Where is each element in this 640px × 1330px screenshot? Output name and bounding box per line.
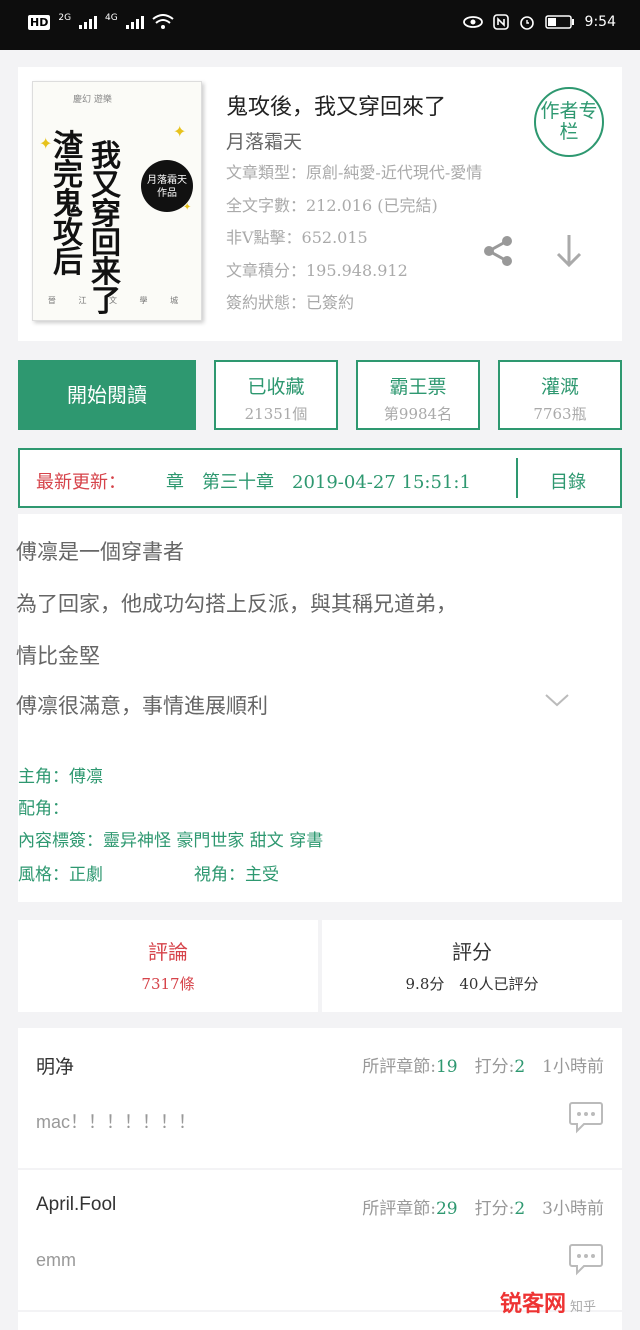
supporting-tag: 配角： [18,799,69,819]
book-title: 鬼攻後，我又穿回來了 [226,95,447,120]
cover-author-badge: 月落霜天 作品 [141,160,193,212]
action-bar: 開始閱讀 已收藏 21351個 霸王票 第9984名 灌溉 7763瓶 [18,360,622,430]
comment-user[interactable]: April.Fool [36,1194,116,1216]
cover-top-text: 慶幻 遊樂 [73,95,112,105]
wifi-icon [152,14,174,29]
overlord-ticket-rank: 第9984名 [383,405,453,423]
comment-chapter-label: 所評章節: [362,1057,436,1077]
star-icon: ✦ [173,122,187,141]
perspective-tag: 視角：主受 [194,865,279,885]
eye-icon [462,16,483,28]
overlord-ticket-label: 霸王票 [389,376,447,398]
score-tab-label: 評分 [452,940,492,964]
book-info-card: 慶幻 遊樂 ✦ ✦ ✦ 我又穿回来了 渣完鬼攻后 月落霜天 作品 晉 江 文 學… [18,67,622,341]
comment-chapter: 29 [435,1199,458,1219]
clock: 9:54 [584,14,616,30]
overlord-ticket-button[interactable]: 霸王票 第9984名 [356,360,480,430]
description-line: 傅凛很滿意，事情進展順利 [16,694,268,718]
protagonist-tag: 主角：傅凛 [18,767,103,787]
meta-type: 文章類型：原創-純愛-近代現代-愛情 [226,163,483,182]
comments-count: 7317條 [141,975,195,993]
description-line: 傅凛是一個穿書者 [16,540,184,564]
network-4g-label: 4G [105,13,118,23]
watermark-brand: 锐客网 [500,1292,567,1317]
comment-meta: 所評章節:19 打分:2 1小時前 [362,1052,604,1077]
comment-text: mac！！！！！！！ [36,1112,197,1132]
author-name[interactable]: 月落霜天 [226,127,526,157]
network-2g-label: 2G [58,13,72,23]
share-icon[interactable] [480,233,516,269]
chevron-down-icon[interactable] [544,692,570,708]
star-icon: ✦ [39,134,53,153]
cover-subtitle: 我又穿回来了 [91,139,121,319]
favorite-count: 21351個 [244,405,308,423]
watermark-logo: 锐客网 知乎 [500,1286,596,1318]
score-tab[interactable]: 評分 9.8分 40人已評分 [322,920,622,1012]
reply-icon[interactable] [568,1100,604,1134]
comment-meta: 所評章節:29 打分:2 3小時前 [362,1194,604,1219]
comment-time: 1小時前 [542,1057,604,1077]
meta-word-count: 全文字數：212.016 (已完結) [226,195,438,215]
book-details: 鬼攻後，我又穿回來了 月落霜天 文章類型：原創-純愛-近代現代-愛情 全文字數：… [226,89,526,320]
cover-publisher: 晉 江 文 學 城 [47,296,189,305]
comment-item[interactable]: 明净 所評章節:19 打分:2 1小時前 mac！！！！！！！ [18,1028,622,1168]
watermark-sub: 知乎 [570,1300,597,1315]
irrigate-count: 7763瓶 [533,405,587,423]
irrigate-button[interactable]: 灌溉 7763瓶 [498,360,622,430]
catalog-button[interactable]: 目錄 [550,468,586,494]
comment-chapter: 19 [435,1057,458,1077]
cover-author-suffix: 作品 [157,188,177,199]
comment-time: 3小時前 [542,1199,604,1219]
cover-title: 渣完鬼攻后 [53,129,83,280]
comments-tab[interactable]: 評論 7317條 [18,920,318,1012]
battery-icon [544,15,574,29]
comment-user[interactable]: 明净 [36,1052,74,1079]
comment-score: 2 [514,1057,526,1077]
hd-icon: HD [28,14,51,30]
author-column-button[interactable]: 作者专栏 [534,87,604,157]
content-tags[interactable]: 內容標簽：靈异神怪 豪門世家 甜文 穿書 [18,826,323,851]
divider [516,458,518,498]
comment-score: 2 [514,1199,526,1219]
signal-icon [79,15,98,29]
latest-update-label: 最新更新： [36,472,126,493]
signal-icon-2 [125,15,144,29]
reply-icon[interactable] [568,1242,604,1276]
download-icon[interactable] [554,233,584,269]
meta-contract: 簽約狀態：已簽約 [226,293,355,312]
favorite-label: 已收藏 [247,376,305,398]
comment-score-label: 打分: [474,1199,515,1219]
cover-author-name: 月落霜天 [147,175,187,186]
comment-score-label: 打分: [474,1057,515,1077]
favorite-button[interactable]: 已收藏 21351個 [214,360,338,430]
score-detail: 9.8分 40人已評分 [405,975,539,993]
description-line: 為了回家，他成功勾搭上反派，與其稱兄道弟， [16,592,457,616]
comment-text: emm [36,1250,76,1270]
comment-chapter-label: 所評章節: [362,1199,436,1219]
rating-tabs: 評論 7317條 評分 9.8分 40人已評分 [18,920,622,1012]
comments-tab-label: 評論 [148,940,188,964]
status-bar: HD 2G 4G 9:54 [0,0,640,50]
nfc-icon [492,14,509,30]
irrigate-label: 灌溉 [540,376,579,398]
description-line: 情比金堅 [16,644,100,668]
alarm-icon [519,16,534,30]
start-reading-button[interactable]: 開始閱讀 [18,360,196,430]
latest-chapter[interactable]: 章 第三十章 2019-04-27 15:51:1 [166,468,516,494]
book-cover[interactable]: 慶幻 遊樂 ✦ ✦ ✦ 我又穿回来了 渣完鬼攻后 月落霜天 作品 晉 江 文 學… [32,81,202,321]
style-tag: 風格：正劇 [18,865,103,885]
latest-update-bar[interactable]: 最新更新： 章 第三十章 2019-04-27 15:51:1 目錄 [18,448,622,508]
